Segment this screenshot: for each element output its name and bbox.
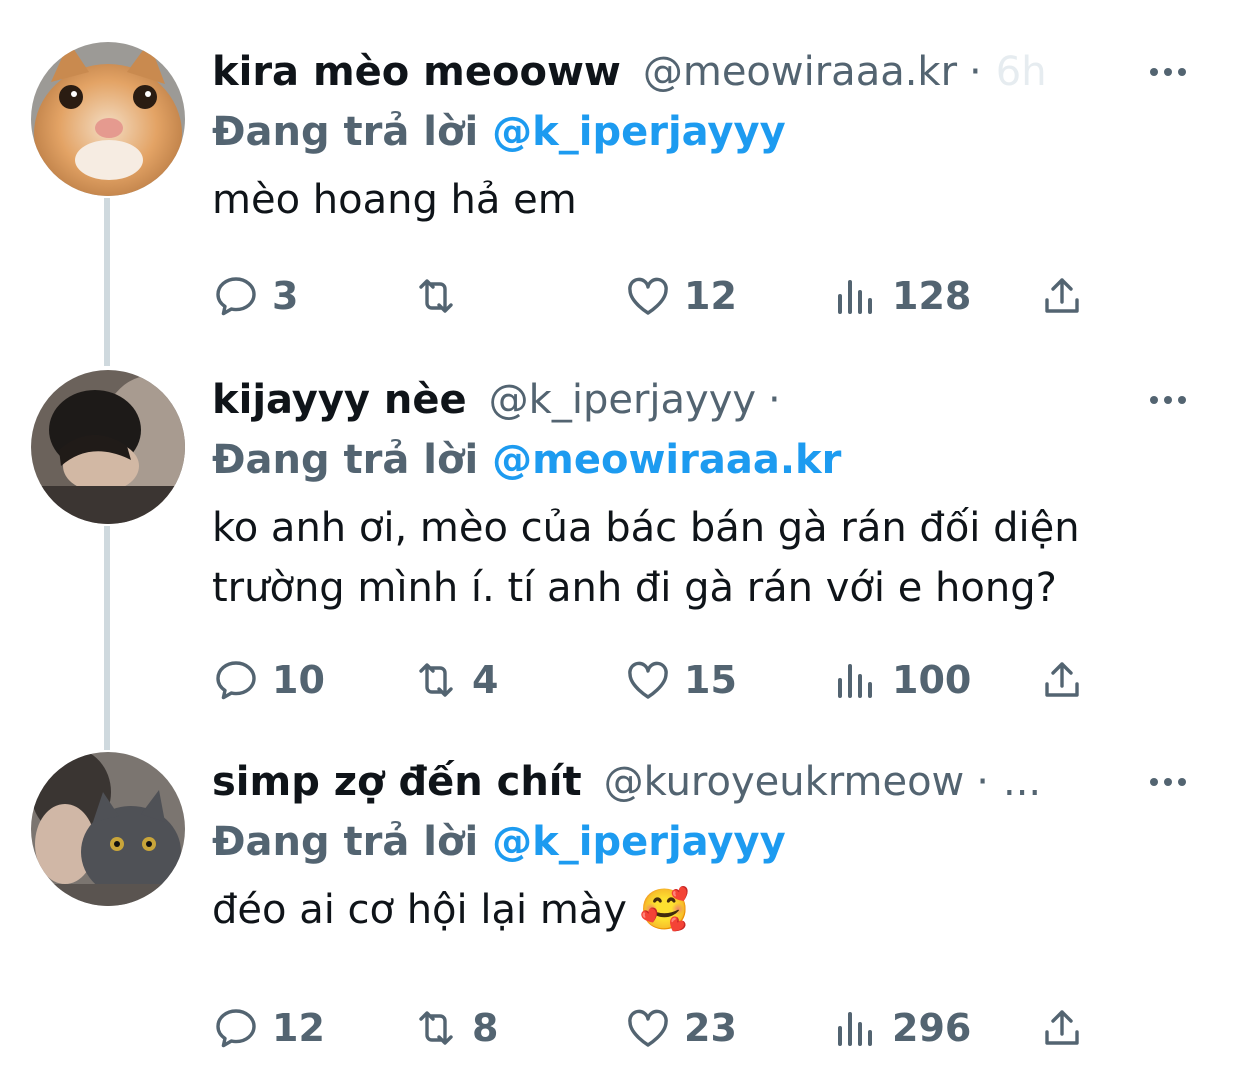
action-bar: 3 12 128 xyxy=(212,266,1112,326)
avatar[interactable] xyxy=(31,752,185,906)
like-count: 12 xyxy=(684,274,737,318)
tweet-3[interactable]: simp zợ đến chít @kuroyeukrmeow · ... Đa… xyxy=(0,752,1242,1052)
retweet-icon xyxy=(419,279,453,313)
share-button[interactable] xyxy=(1038,998,1086,1058)
views-button[interactable]: 100 xyxy=(832,650,971,710)
like-count: 15 xyxy=(684,658,737,702)
reply-icon xyxy=(216,661,256,700)
tweet-2[interactable]: kijayyy nèe @k_iperjayyy · Đang trả lời … xyxy=(0,370,1242,710)
retweet-button[interactable] xyxy=(412,266,472,326)
views-button[interactable]: 128 xyxy=(832,266,971,326)
views-count: 100 xyxy=(892,658,972,702)
like-icon xyxy=(628,661,668,699)
action-bar: 10 4 15 100 xyxy=(212,650,1112,710)
reply-label: Đang trả lời xyxy=(212,437,479,483)
reply-label: Đang trả lời xyxy=(212,819,479,865)
display-name[interactable]: kijayyy nèe xyxy=(212,370,467,430)
more-icon[interactable] xyxy=(1138,762,1198,802)
views-count: 296 xyxy=(892,1006,972,1050)
reply-to-handle[interactable]: @k_iperjayyy xyxy=(492,819,786,865)
separator-dot: · xyxy=(976,759,989,805)
retweet-icon xyxy=(419,663,453,697)
retweet-button[interactable]: 8 xyxy=(412,998,498,1058)
reply-label: Đang trả lời xyxy=(212,109,479,155)
tweet-text: mèo hoang hả em xyxy=(212,177,577,223)
user-handle[interactable]: @k_iperjayyy xyxy=(489,370,756,430)
reply-count: 3 xyxy=(272,274,299,318)
reply-context: Đang trả lời @k_iperjayyy xyxy=(212,812,786,872)
reply-icon xyxy=(216,277,256,316)
timestamp[interactable]: ... xyxy=(1003,752,1041,812)
reply-button[interactable]: 3 xyxy=(212,266,298,326)
reply-context: Đang trả lời @k_iperjayyy xyxy=(212,102,786,162)
separator-dot: · xyxy=(768,377,781,423)
more-icon[interactable] xyxy=(1138,380,1198,420)
tweet-text: đéo ai cơ hội lại mày 🥰 xyxy=(212,887,690,933)
reply-count: 12 xyxy=(272,1006,325,1050)
views-button[interactable]: 296 xyxy=(832,998,971,1058)
share-icon xyxy=(1045,278,1079,313)
like-button[interactable]: 23 xyxy=(624,998,737,1058)
reply-context: Đang trả lời @meowiraaa.kr xyxy=(212,430,841,490)
reply-to-handle[interactable]: @k_iperjayyy xyxy=(492,109,786,155)
avatar[interactable] xyxy=(31,42,185,196)
share-button[interactable] xyxy=(1038,650,1086,710)
more-icon[interactable] xyxy=(1138,52,1198,92)
views-icon xyxy=(838,664,872,698)
like-button[interactable]: 15 xyxy=(624,650,737,710)
views-icon xyxy=(838,280,872,314)
share-icon xyxy=(1045,662,1079,697)
views-icon xyxy=(838,1012,872,1046)
tweet-1[interactable]: kira mèo meooww @meowiraaa.kr · 6h Đang … xyxy=(0,42,1242,342)
like-button[interactable]: 12 xyxy=(624,266,737,326)
timestamp[interactable]: 6h xyxy=(996,42,1047,102)
display-name[interactable]: simp zợ đến chít xyxy=(212,752,582,812)
reply-button[interactable]: 10 xyxy=(212,650,325,710)
user-handle[interactable]: @meowiraaa.kr xyxy=(643,42,957,102)
retweet-button[interactable]: 4 xyxy=(412,650,498,710)
like-icon xyxy=(628,277,668,315)
share-icon xyxy=(1045,1010,1079,1045)
share-button[interactable] xyxy=(1038,266,1086,326)
like-icon xyxy=(628,1009,668,1047)
views-count: 128 xyxy=(892,274,972,318)
retweet-icon xyxy=(419,1011,453,1045)
retweet-count: 4 xyxy=(472,658,499,702)
user-handle[interactable]: @kuroyeukrmeow xyxy=(604,752,965,812)
action-bar: 12 8 23 296 xyxy=(212,998,1112,1058)
tweet-text: ko anh ơi, mèo của bác bán gà rán đối di… xyxy=(212,505,1080,611)
like-count: 23 xyxy=(684,1006,737,1050)
reply-to-handle[interactable]: @meowiraaa.kr xyxy=(492,437,841,483)
reply-button[interactable]: 12 xyxy=(212,998,325,1058)
separator-dot: · xyxy=(969,49,982,95)
retweet-count: 8 xyxy=(472,1006,499,1050)
display-name[interactable]: kira mèo meooww xyxy=(212,42,621,102)
avatar[interactable] xyxy=(31,370,185,524)
reply-count: 10 xyxy=(272,658,325,702)
reply-icon xyxy=(216,1009,256,1048)
